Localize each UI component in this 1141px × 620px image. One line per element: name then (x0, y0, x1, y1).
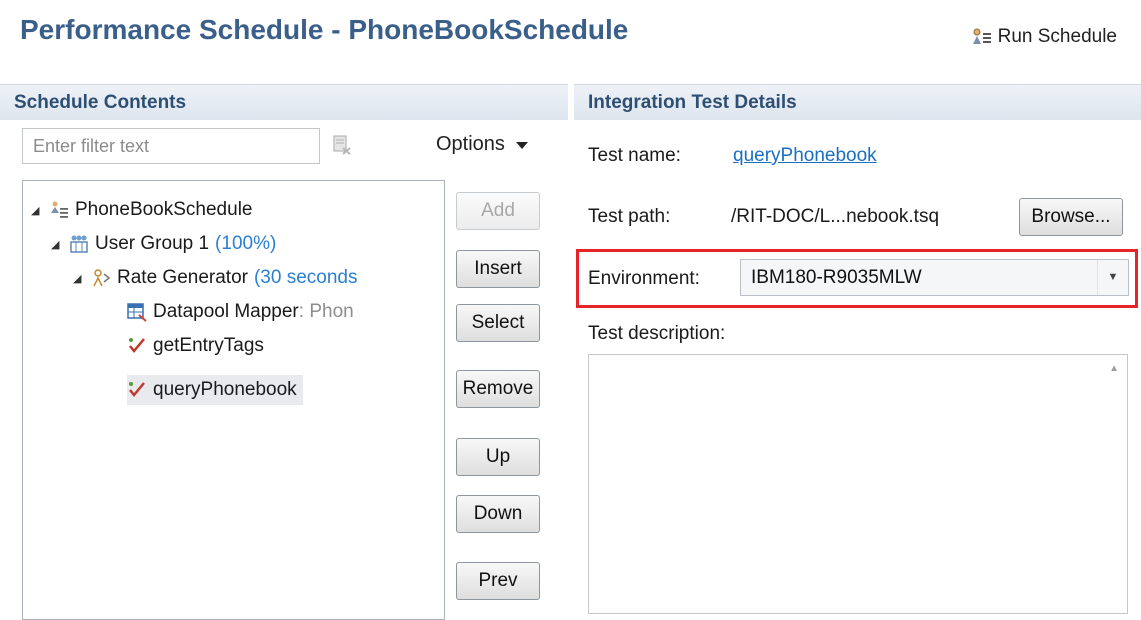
run-schedule-button[interactable]: Run Schedule (970, 26, 1117, 48)
scroll-up-icon[interactable]: ▲ (1109, 363, 1119, 374)
options-label: Options (436, 133, 505, 155)
filter-input[interactable] (22, 128, 320, 164)
schedule-icon (51, 201, 68, 218)
test-path-value: /RIT-DOC/L...nebook.tsq (731, 206, 940, 227)
insert-button[interactable]: Insert (456, 250, 540, 288)
environment-select[interactable]: IBM180-R9035MLW ▼ (740, 259, 1129, 296)
tree-node-get-entry-tags[interactable]: getEntryTags (127, 331, 264, 361)
collapse-triangle-icon[interactable]: ◢ (31, 204, 43, 217)
datapool-mapper-icon (127, 303, 147, 322)
schedule-tree[interactable]: ◢ PhoneBookSchedule ◢ User Group 1 (100%… (22, 180, 445, 620)
integration-test-details-header: Integration Test Details (574, 84, 1141, 120)
prev-button[interactable]: Prev (456, 562, 540, 600)
test-icon (129, 382, 145, 397)
tree-node-rate-generator[interactable]: ◢ Rate Generator (30 seconds (73, 263, 357, 293)
tree-node-label: PhoneBookSchedule (75, 199, 253, 220)
tree-node-label: Datapool Mapper (153, 301, 299, 322)
tree-node-query-phonebook[interactable]: queryPhonebook (127, 375, 303, 405)
tree-node-hint: (100%) (215, 233, 277, 254)
clear-filter-icon[interactable] (333, 135, 351, 160)
environment-label: Environment: (588, 268, 700, 289)
browse-button[interactable]: Browse... (1019, 198, 1123, 236)
test-name-link[interactable]: queryPhonebook (733, 145, 877, 167)
tree-node-schedule[interactable]: ◢ PhoneBookSchedule (31, 195, 252, 225)
add-button[interactable]: Add (456, 192, 540, 230)
test-description-label: Test description: (588, 323, 726, 344)
collapse-triangle-icon[interactable]: ◢ (51, 238, 63, 251)
schedule-contents-header: Schedule Contents (0, 84, 568, 120)
environment-value: IBM180-R9035MLW (751, 267, 922, 288)
editor-header: Performance Schedule - PhoneBookSchedule… (0, 0, 1141, 82)
test-path-label: Test path: (588, 206, 671, 227)
tree-node-label: getEntryTags (153, 335, 264, 356)
tree-node-hint: (30 seconds (253, 267, 358, 288)
rate-generator-icon (93, 269, 111, 287)
up-button[interactable]: Up (456, 438, 540, 476)
down-button[interactable]: Down (456, 495, 540, 533)
user-group-icon (70, 235, 88, 253)
tree-node-label: queryPhonebook (153, 379, 297, 400)
test-icon (129, 338, 145, 353)
collapse-triangle-icon[interactable]: ◢ (73, 272, 85, 285)
tree-node-hint: : Phon (298, 301, 354, 322)
chevron-down-icon (515, 141, 528, 149)
run-schedule-icon (972, 28, 991, 44)
tree-node-datapool-mapper[interactable]: Datapool Mapper : Phon (127, 297, 354, 327)
tree-node-label: Rate Generator (117, 267, 248, 288)
tree-node-user-group[interactable]: ◢ User Group 1 (100%) (51, 229, 276, 259)
tree-node-label: User Group 1 (95, 233, 210, 254)
select-button[interactable]: Select (456, 304, 540, 342)
run-schedule-label: Run Schedule (997, 26, 1117, 47)
test-description-textarea[interactable]: ▲ (588, 354, 1128, 614)
page-title: Performance Schedule - PhoneBookSchedule (20, 14, 629, 45)
test-name-label: Test name: (588, 145, 681, 166)
chevron-down-icon[interactable]: ▼ (1097, 260, 1128, 295)
remove-button[interactable]: Remove (456, 370, 540, 408)
options-menu[interactable]: Options (436, 133, 529, 156)
